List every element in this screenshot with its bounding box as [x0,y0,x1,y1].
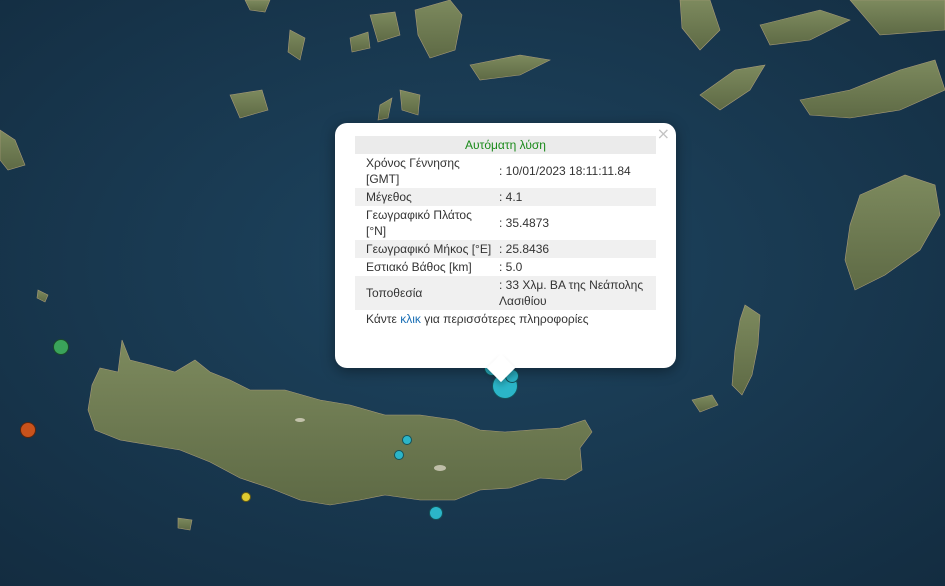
table-row: Γεωγραφικό Πλάτος [°N] : 35.4873 [355,206,656,240]
quake-marker-cyan[interactable] [394,450,404,460]
table-row: Γεωγραφικό Μήκος [°E] : 25.8436 [355,240,656,258]
table-row: Μέγεθος : 4.1 [355,188,656,206]
row-label: Γεωγραφικό Πλάτος [°N] [366,208,472,238]
row-value: : 4.1 [496,188,656,206]
row-value: : 35.4873 [499,216,550,230]
more-prefix: Κάντε [366,312,401,326]
row-value: : 33 Χλμ. ΒΑ της Νεάπολης Λασιθίου [496,276,656,310]
row-label: Τοποθεσία [355,276,496,310]
quake-marker-orange[interactable] [20,422,36,438]
small-islet-4 [177,517,193,531]
quake-marker-yellow[interactable] [241,492,251,502]
more-info-line: Κάντε κλικ για περισσότερες πληροφορίες [355,312,656,326]
quake-details-table: Χρόνος Γέννησης [GMT] : 10/01/2023 18:11… [355,154,656,310]
table-row: Εστιακό Βάθος [km] : 5.0 [355,258,656,276]
quake-marker-green[interactable] [53,339,69,355]
row-value: : 5.0 [499,260,523,274]
quake-marker-cyan[interactable] [429,506,443,520]
row-value: : 10/01/2023 18:11:11.84 [499,164,631,178]
table-row: Χρόνος Γέννησης [GMT] : 10/01/2023 18:11… [355,154,656,188]
row-label: Μέγεθος [355,188,496,206]
quake-marker-cyan[interactable] [402,435,412,445]
snow-peak-2 [295,418,305,422]
table-row: Τοποθεσία : 33 Χλμ. ΒΑ της Νεάπολης Λασι… [355,276,656,310]
row-label: Γεωγραφικό Μήκος [°E] [355,240,496,258]
more-info-link[interactable]: κλικ [400,312,421,326]
row-value: : 25.8436 [496,240,656,258]
earthquake-info-popup: × Αυτόματη λύση Χρόνος Γέννησης [GMT] : … [335,123,676,383]
popup-title: Αυτόματη λύση [355,136,656,154]
snow-peak-1 [434,465,446,471]
row-label: Εστιακό Βάθος [km] [366,260,472,274]
row-label: Χρόνος Γέννησης [GMT] [366,156,460,186]
close-icon[interactable]: × [657,126,670,142]
more-suffix: για περισσότερες πληροφορίες [420,312,589,326]
